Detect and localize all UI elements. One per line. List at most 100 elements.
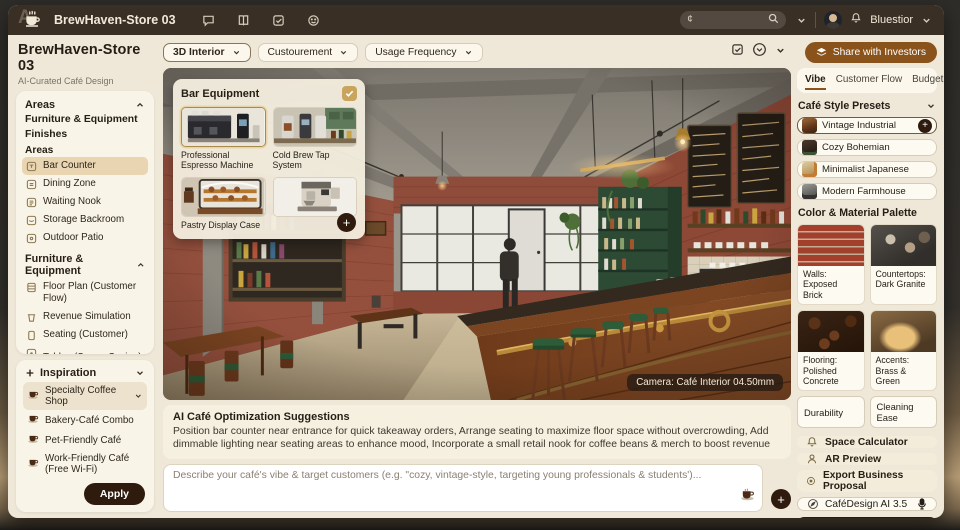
palette-card-walls[interactable]: Walls: Exposed Brick <box>797 224 865 305</box>
sidebar-item-storage-backroom[interactable]: Storage Backroom <box>22 211 148 229</box>
main-area: 3D Interior Custourement Usage Frequency <box>157 35 944 518</box>
custourement-dropdown[interactable]: Custourement <box>258 43 359 62</box>
coffee-cup-icon <box>27 433 39 447</box>
coffee-cup-icon <box>27 457 39 471</box>
preset-cozy-bohemian[interactable]: Cozy Bohemian <box>797 139 937 156</box>
equipment-card-cold-brew[interactable]: Cold Brew Tap System <box>273 107 358 170</box>
target-icon <box>806 475 816 487</box>
chevron-down-icon[interactable] <box>796 15 807 26</box>
app-title: BrewHaven-Store 03 <box>54 13 176 27</box>
storage-backroom-icon <box>26 215 37 226</box>
coffee-cup-icon <box>27 389 39 403</box>
palette-card-countertops[interactable]: Countertops: Dark Granite <box>870 224 938 305</box>
viewport-mini-controls <box>731 42 786 62</box>
tab-budget[interactable]: Budget <box>912 74 943 90</box>
durability-button[interactable]: Durability <box>797 396 865 428</box>
chevron-down-icon[interactable] <box>775 43 786 61</box>
sidebar-item-dining-zone[interactable]: Dining Zone <box>22 175 148 193</box>
preset-vintage-industrial[interactable]: Vintage Industrial + <box>797 117 937 134</box>
book-icon[interactable] <box>237 13 251 27</box>
topbar-user-area: Bluestior <box>796 11 932 29</box>
concrete-swatch <box>798 311 864 352</box>
sidebar-item-outdoor-patio[interactable]: Outdoor Patio <box>22 229 148 247</box>
apply-button[interactable]: Apply <box>84 483 145 505</box>
group-furniture-equipment[interactable]: Furniture & Equipment <box>22 112 148 127</box>
group-finishes[interactable]: Finishes <box>22 127 148 142</box>
preset-thumbnail <box>802 184 817 199</box>
waiting-nook-icon <box>26 197 37 208</box>
chevron-down-icon <box>135 368 145 378</box>
share-with-investors-button[interactable]: Share with Investors <box>805 42 937 63</box>
palette-header: Color & Material Palette <box>798 207 936 219</box>
palette-card-accents[interactable]: Accents: Brass & Green <box>870 310 938 391</box>
preset-thumbnail <box>802 118 817 133</box>
inspiration-item-pet-friendly[interactable]: Pet-Friendly Café <box>23 430 147 450</box>
tab-customer-flow[interactable]: Customer Flow <box>836 74 902 90</box>
tab-vibe[interactable]: Vibe <box>805 74 826 90</box>
equipment-card-pastry-case[interactable]: Pastry Display Case <box>181 177 266 230</box>
sidebar-item-revenue-simulation[interactable]: Revenue Simulation <box>22 308 148 326</box>
inspiration-panel: Inspiration Specialty Coffee Shop Bakery… <box>16 360 154 512</box>
palette-card-flooring[interactable]: Flooring: Polished Concrete <box>797 310 865 391</box>
export-business-proposal-button[interactable]: Export Business Proposal <box>797 470 937 492</box>
cafe-3d-view[interactable]: Bar Equipment Professio <box>163 68 791 400</box>
prompt-input-box[interactable] <box>163 464 763 512</box>
prompt-row: + <box>163 464 791 512</box>
seating-icon <box>26 330 37 341</box>
add-preset-button[interactable]: + <box>918 119 932 133</box>
topbar: A BrewHaven-Store 03 ¢ <box>8 5 944 35</box>
chat-icon[interactable] <box>202 13 216 27</box>
upload-store-blueprint-button[interactable]: Upload Store Blueprint <box>797 517 937 518</box>
app-window: A BrewHaven-Store 03 ¢ <box>8 5 944 518</box>
add-prompt-button[interactable]: + <box>771 489 791 509</box>
microphone-icon[interactable] <box>917 498 927 510</box>
prompt-textarea[interactable] <box>173 470 734 506</box>
inspiration-item-specialty-coffee[interactable]: Specialty Coffee Shop <box>23 382 147 410</box>
search-input[interactable]: ¢ <box>680 11 786 29</box>
ai-suggestions-card: AI Café Optimization Suggestions Positio… <box>163 405 791 459</box>
smiley-icon[interactable] <box>307 13 321 27</box>
circle-chevron-icon[interactable] <box>752 42 767 62</box>
inspiration-item-work-friendly[interactable]: Work-Friendly Café (Free Wi-Fi) <box>23 450 147 478</box>
equipment-card-espresso-machine[interactable]: Professional Espresso Machine <box>181 107 266 170</box>
user-menu-chevron-icon[interactable] <box>921 15 932 26</box>
sidebar-item-bar-counter[interactable]: Bar Counter <box>22 157 148 175</box>
brick-swatch <box>798 225 864 266</box>
revenue-simulation-icon <box>26 312 37 323</box>
currency-refresh-icon: ¢ <box>687 15 693 25</box>
select-check-icon[interactable] <box>731 43 744 61</box>
inspiration-header[interactable]: Inspiration <box>23 367 147 382</box>
areas-subheader: Areas <box>22 142 148 157</box>
inspiration-item-bakery-cafe[interactable]: Bakery-Café Combo <box>23 410 147 430</box>
sidebar-item-seating-customer[interactable]: Seating (Customer) <box>22 326 148 344</box>
furniture-section-header[interactable]: Furniture & Equipment <box>22 252 148 278</box>
ai-model-selector[interactable]: CaféDesign AI 3.5 <box>797 497 937 511</box>
left-sidebar: BrewHaven-Store 03 AI-Curated Café Desig… <box>8 35 157 518</box>
preset-minimalist-japanese[interactable]: Minimalist Japanese <box>797 161 937 178</box>
confirm-check-button[interactable] <box>342 86 357 101</box>
presets-header[interactable]: Café Style Presets <box>798 100 936 112</box>
space-calculator-button[interactable]: Space Calculator <box>797 436 937 448</box>
cleaning-ease-button[interactable]: Cleaning Ease <box>870 396 938 428</box>
areas-section-header[interactable]: Areas <box>22 98 148 112</box>
chevron-down-icon <box>339 48 348 57</box>
preset-modern-farmhouse[interactable]: Modern Farmhouse <box>797 183 937 200</box>
bell-icon[interactable] <box>850 11 862 29</box>
chevron-down-icon <box>926 101 936 111</box>
sidebar-item-floor-plan[interactable]: Floor Plan (Customer Flow) <box>22 278 148 308</box>
usage-frequency-dropdown[interactable]: Usage Frequency <box>365 43 483 62</box>
sidebar-item-waiting-nook[interactable]: Waiting Nook <box>22 193 148 211</box>
suggestions-title: AI Café Optimization Suggestions <box>173 411 781 423</box>
compass-icon <box>807 498 819 510</box>
coffee-cup-icon[interactable] <box>740 488 755 506</box>
check-square-icon[interactable] <box>272 13 286 27</box>
sidebar-item-tables-space-saving[interactable]: Tables (Space-Saving) Estimate capacity … <box>22 344 148 355</box>
granite-swatch <box>871 225 937 266</box>
project-subtitle: AI-Curated Café Design <box>18 76 152 86</box>
topbar-tools <box>202 13 321 27</box>
ar-preview-button[interactable]: AR Preview <box>797 453 937 465</box>
viewport-toolbar: 3D Interior Custourement Usage Frequency <box>163 40 937 64</box>
project-title: BrewHaven-Store 03 <box>18 42 152 74</box>
view-mode-dropdown[interactable]: 3D Interior <box>163 43 251 62</box>
user-avatar[interactable] <box>824 11 842 29</box>
